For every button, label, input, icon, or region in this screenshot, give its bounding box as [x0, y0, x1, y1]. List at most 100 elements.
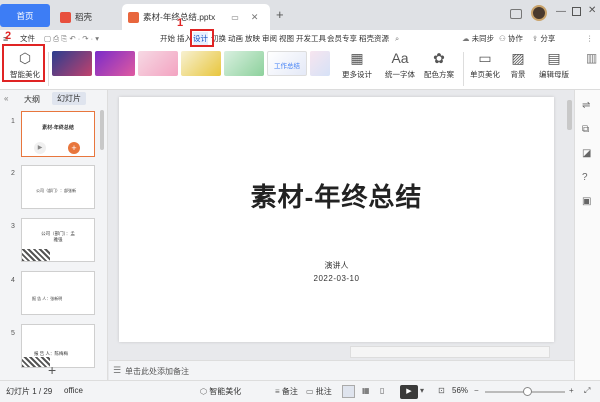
comments-toggle[interactable]: ▭ 批注	[306, 386, 332, 397]
menu-developer[interactable]: 开发工具	[296, 32, 326, 46]
slide-canvas[interactable]: 素材-年终总结 演讲人 2022-03-10	[119, 97, 554, 342]
tab-draft-label: 稻壳	[75, 12, 93, 22]
design-thumb-6-caption: 工作总结	[274, 63, 300, 70]
avatar[interactable]	[531, 5, 547, 21]
cube-icon: ⬡	[200, 387, 207, 396]
status-smart-beautify[interactable]: ⬡ 智能美化	[200, 386, 241, 397]
fit-window-icon[interactable]: ⤢	[584, 386, 590, 396]
collapse-panel-icon[interactable]: «	[4, 94, 8, 103]
zoom-in-icon[interactable]: +	[569, 386, 574, 395]
slide-title[interactable]: 素材-年终总结	[119, 177, 554, 214]
design-thumb-2[interactable]	[95, 51, 135, 76]
sync-status[interactable]: ☁ 未同步	[462, 32, 494, 46]
palette-icon: ✿	[433, 50, 445, 66]
slide-thumb-1[interactable]: 素材-年终总结 ▶ +	[21, 111, 95, 157]
normal-view-icon[interactable]	[342, 385, 355, 398]
help-icon[interactable]: ?	[582, 172, 588, 183]
menu-view[interactable]: 视图	[279, 32, 294, 46]
design-thumb-4[interactable]	[181, 51, 221, 76]
slide-count: 幻灯片 1 / 29	[6, 387, 53, 396]
more-design-label: 更多设计	[342, 70, 372, 79]
menu-review[interactable]: 审阅	[262, 32, 277, 46]
reading-view-icon[interactable]: ▯	[380, 386, 384, 395]
single-page-beautify-button[interactable]: ▭ 单页美化	[467, 50, 503, 80]
single-page-label: 单页美化	[470, 70, 500, 79]
workspace-icon[interactable]	[510, 9, 522, 19]
menu-slideshow[interactable]: 放映	[245, 32, 260, 46]
quick-access-icons[interactable]: ▢ ⎙ ⎘ ↶ · ↷ · ▾	[44, 32, 99, 46]
design-thumb-3[interactable]	[138, 51, 178, 76]
slide-date[interactable]: 2022-03-10	[119, 274, 554, 283]
play-options-icon[interactable]: ▾	[420, 386, 424, 395]
new-tab-button[interactable]: +	[276, 7, 284, 22]
design-thumb-7[interactable]	[310, 51, 330, 76]
slide-thumb-title: 报 告 人：张新明	[32, 296, 63, 301]
tab-home[interactable]: 首页	[0, 4, 50, 27]
draft-logo-icon	[60, 11, 71, 23]
unify-font-label: 统一字体	[385, 70, 415, 79]
tab-file[interactable]: 素材-年终总结.pptx ▭ ✕	[122, 4, 270, 30]
add-slide-button[interactable]: +	[48, 362, 56, 378]
add-slide-icon[interactable]: +	[68, 142, 80, 154]
status-bar: 幻灯片 1 / 29 office ⬡ 智能美化 ≡ 备注 ▭ 批注 ▦ ▯ ▶…	[0, 380, 600, 402]
design-thumb-5[interactable]	[224, 51, 264, 76]
zoom-out-icon[interactable]: −	[474, 386, 479, 395]
slide-thumb-5[interactable]: 报 告 人：陈梅梅	[21, 324, 95, 368]
floating-toolbar[interactable]	[350, 346, 550, 358]
fill-icon[interactable]: ◪	[582, 148, 591, 159]
slide-thumb-title: 素材-年终总结	[42, 125, 74, 131]
font-icon: Aa	[391, 50, 409, 66]
slides-tab[interactable]: 幻灯片	[52, 92, 86, 105]
layers-icon[interactable]: ⧉	[582, 124, 589, 135]
more-icon[interactable]: ⋮	[586, 32, 594, 46]
menu-row: ≡ 文件 ▢ ⎙ ⎘ ↶ · ↷ · ▾ 开始 插入 设计 切换 动画 放映 审…	[0, 30, 600, 48]
slide-number: 5	[11, 330, 15, 337]
menu-animation[interactable]: 动画	[228, 32, 243, 46]
outline-tab[interactable]: 大纲	[24, 94, 40, 105]
tab-draft[interactable]: 稻壳	[52, 4, 118, 30]
zoom-slider-thumb[interactable]	[523, 387, 533, 396]
maximize-icon[interactable]	[572, 7, 581, 16]
color-scheme-button[interactable]: ✿ 配色方案	[421, 50, 457, 80]
window-close-icon[interactable]: ✕	[588, 5, 596, 16]
background-label: 背景	[510, 70, 526, 79]
menu-member[interactable]: 会员专享	[327, 32, 357, 46]
collab-icon: ⚇	[499, 34, 506, 43]
tab-window-icon[interactable]: ▭	[231, 13, 239, 22]
unify-font-button[interactable]: Aa 统一字体	[379, 50, 421, 80]
search-icon[interactable]: ⌕	[395, 32, 399, 46]
design-thumb-6[interactable]: 工作总结	[267, 51, 307, 76]
save-icon[interactable]: ▣	[582, 196, 591, 207]
slide-thumb-4[interactable]: 报 告 人：张新明	[21, 271, 95, 315]
sorter-view-icon[interactable]: ▦	[362, 386, 370, 395]
zoom-slider[interactable]	[485, 387, 565, 396]
edit-master-button[interactable]: ▤ 编辑母版	[536, 50, 572, 80]
notes-placeholder[interactable]: 单击此处添加备注	[125, 366, 189, 377]
slide-presenter[interactable]: 演讲人	[119, 260, 554, 271]
notes-toggle-icon: ≡	[275, 387, 280, 396]
share-label: 分享	[540, 34, 556, 43]
slide-thumb-3[interactable]: 公司（部门）：孟雅强	[21, 218, 95, 262]
stripe-decoration	[22, 357, 50, 367]
more-design-button[interactable]: ▦ 更多设计	[340, 50, 374, 80]
menu-resources[interactable]: 稻壳资源	[359, 32, 389, 46]
notes-toggle[interactable]: ≡ 备注	[275, 386, 298, 397]
play-icon[interactable]: ▶	[34, 142, 46, 154]
share-button[interactable]: ⇪ 分享	[532, 32, 555, 46]
ribbon-more-icon[interactable]: ▥	[586, 51, 597, 65]
zoom-level[interactable]: 56%	[452, 386, 468, 395]
adjust-icon[interactable]: ⇌	[582, 100, 590, 111]
play-slideshow-button[interactable]: ▶	[400, 385, 418, 399]
slide-number: 1	[11, 118, 15, 125]
fit-screen-icon[interactable]: ⊡	[438, 386, 445, 395]
close-icon[interactable]: ✕	[251, 12, 259, 23]
background-button[interactable]: ▨ 背景	[506, 50, 530, 80]
collab-button[interactable]: ⚇ 协作	[499, 32, 523, 46]
minimize-icon[interactable]: —	[556, 6, 566, 17]
notes-bar[interactable]: ☰ 单击此处添加备注	[109, 360, 574, 380]
slide-thumb-2[interactable]: 公司（部门）：部张新	[21, 165, 95, 209]
panel-scrollbar[interactable]	[100, 110, 104, 150]
canvas-scrollbar[interactable]	[567, 100, 572, 130]
menu-start[interactable]: 开始	[160, 32, 175, 46]
design-thumb-1[interactable]	[52, 51, 92, 76]
